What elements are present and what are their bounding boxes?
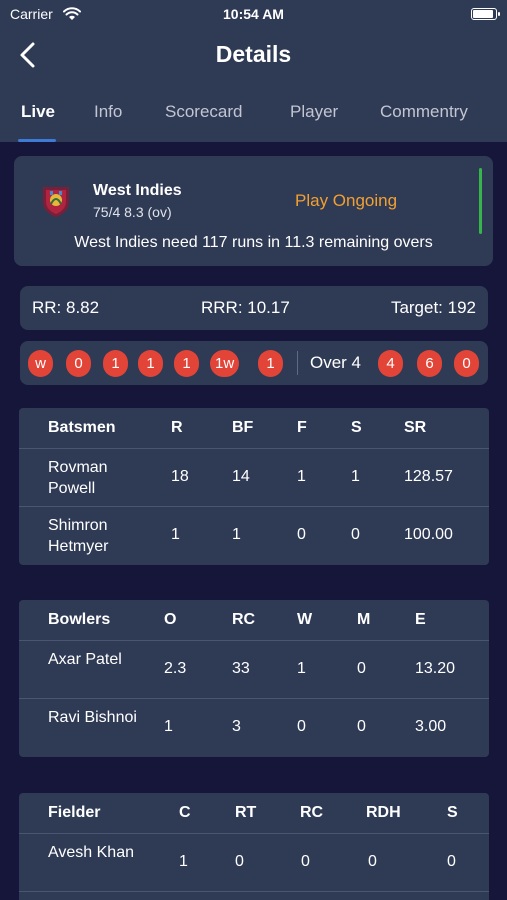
table-header: Batsmen R BF F S SR	[19, 408, 489, 448]
runs-needed-text: West Indies need 117 runs in 11.3 remain…	[74, 234, 433, 251]
clock: 10:54 AM	[223, 6, 284, 22]
table-cell: 1	[297, 468, 306, 485]
ball-chip: 1w	[210, 350, 240, 377]
table-cell: 0	[235, 853, 244, 870]
column-header: RC	[232, 611, 256, 628]
ball-chip: 4	[378, 350, 403, 377]
live-indicator	[479, 168, 482, 234]
player-name: Rovman Powell	[48, 459, 108, 497]
over-label: Over 4	[310, 353, 362, 372]
player-name: Ravi Bishnoi	[48, 709, 137, 726]
tab-bar: Live Info Scorecard Player Commentry	[0, 102, 507, 142]
column-header: Batsmen	[48, 419, 116, 436]
table-header: Bowlers O RC W M E	[19, 600, 489, 640]
column-header: F	[297, 419, 307, 436]
column-header: RT	[235, 804, 257, 821]
fielder-table: Fielder C RT RC RDH S Avesh Khan 1 0 0 0…	[19, 793, 489, 900]
ball-chip: 1	[138, 350, 163, 377]
table-cell: 13.20	[415, 660, 456, 677]
column-header: R	[171, 419, 183, 436]
column-header: BF	[232, 419, 254, 436]
tab-live[interactable]: Live	[21, 102, 55, 122]
divider	[297, 351, 298, 375]
ball-chip: 1	[258, 350, 283, 377]
table-cell: 2.3	[164, 660, 187, 677]
table-cell: 1	[164, 718, 173, 735]
table-cell: 1	[232, 526, 241, 543]
column-header: O	[164, 611, 177, 628]
tab-commentry[interactable]: Commentry	[380, 102, 468, 122]
ball-chip: 0	[454, 350, 479, 377]
table-row[interactable]: Ravi Bishnoi 1 3 0 0 3.00	[19, 698, 489, 757]
column-header: M	[357, 611, 371, 628]
table-cell: 0	[297, 526, 306, 543]
team-score: 75/4 8.3 (ov)	[93, 204, 172, 220]
column-header: Fielder	[48, 804, 101, 821]
table-cell: 0	[368, 853, 377, 870]
column-header: W	[297, 611, 313, 628]
table-header: Fielder C RT RC RDH S	[19, 793, 489, 833]
battery-icon	[471, 8, 500, 20]
table-row[interactable]: Axar Patel 2.3 33 1 0 13.20	[19, 640, 489, 698]
tab-player[interactable]: Player	[290, 102, 338, 122]
ball-chip: 0	[66, 350, 91, 377]
column-header: S	[351, 419, 362, 436]
bowlers-table: Bowlers O RC W M E Axar Patel 2.3 33 1 0…	[19, 600, 489, 757]
column-header: Bowlers	[48, 611, 111, 628]
table-cell: 0	[357, 718, 366, 735]
table-cell: 14	[232, 468, 250, 485]
column-header: C	[179, 804, 191, 821]
column-header: RDH	[366, 804, 401, 821]
table-row[interactable]: Rovman Powell 18 14 1 1 128.57	[19, 448, 489, 506]
recent-balls-bar: w 0 1 1 1 1w 1 Over 4 4 6 0	[20, 341, 488, 385]
table-cell: 0	[301, 853, 310, 870]
table-cell: 1	[351, 468, 360, 485]
page-title: Details	[215, 41, 292, 67]
table-cell: 33	[232, 660, 250, 677]
tab-info[interactable]: Info	[94, 102, 122, 122]
table-row[interactable]: Avesh Khan 1 0 0 0 0	[19, 833, 489, 891]
table-cell: 18	[171, 468, 189, 485]
tab-scorecard[interactable]: Scorecard	[165, 102, 242, 122]
ball-chip: 6	[417, 350, 442, 377]
table-cell: 0	[447, 853, 456, 870]
table-row	[19, 891, 489, 900]
player-name: Axar Patel	[48, 651, 122, 668]
player-name: Avesh Khan	[48, 844, 134, 861]
table-cell: 0	[351, 526, 360, 543]
column-header: S	[447, 804, 458, 821]
current-run-rate: RR: 8.82	[32, 298, 100, 317]
match-status: Play Ongoing	[295, 191, 398, 210]
table-cell: 100.00	[404, 526, 453, 543]
table-cell: 3.00	[415, 718, 447, 735]
table-cell: 1	[171, 526, 180, 543]
run-rate-bar: RR: 8.82 RRR: 10.17 Target: 192	[20, 286, 488, 330]
ball-chip: 1	[174, 350, 199, 377]
column-header: SR	[404, 419, 427, 436]
column-header: RC	[300, 804, 324, 821]
table-cell: 0	[357, 660, 366, 677]
column-header: E	[415, 611, 426, 628]
table-cell: 1	[179, 853, 188, 870]
target: Target: 192	[390, 298, 476, 317]
team-name: West Indies	[93, 182, 182, 199]
table-cell: 1	[297, 660, 306, 677]
active-tab-indicator	[18, 139, 56, 142]
batsmen-table: Batsmen R BF F S SR Rovman Powell 18 14 …	[19, 408, 489, 565]
required-run-rate: RRR: 10.17	[201, 298, 290, 317]
table-cell: 0	[297, 718, 306, 735]
match-summary-card: West Indies 75/4 8.3 (ov) Play Ongoing W…	[14, 156, 493, 266]
top-bar: Carrier 10:54 AM Details Live Info Score…	[0, 0, 507, 142]
table-cell: 3	[232, 718, 241, 735]
status-bar: Carrier 10:54 AM	[0, 6, 507, 24]
table-row[interactable]: Shimron Hetmyer 1 1 0 0 100.00	[19, 506, 489, 565]
team-logo	[43, 187, 69, 217]
table-cell: 128.57	[404, 468, 453, 485]
player-name: Shimron Hetmyer	[48, 517, 109, 555]
ball-chip: w	[28, 350, 53, 377]
ball-chip: 1	[103, 350, 128, 377]
